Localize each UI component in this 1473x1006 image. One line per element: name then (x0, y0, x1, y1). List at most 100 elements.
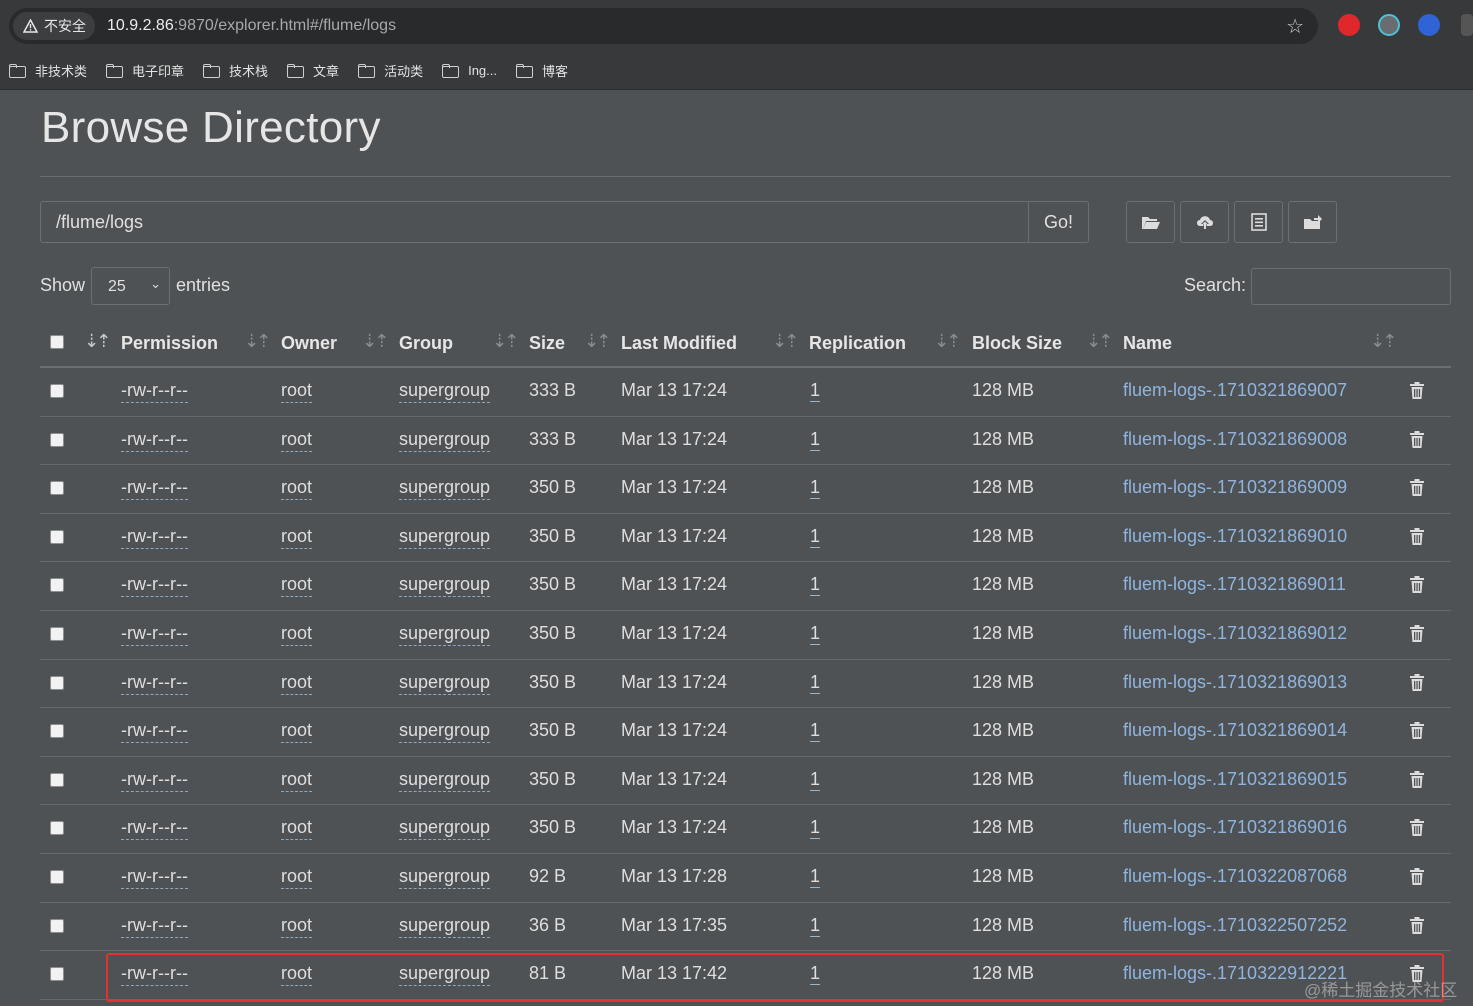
file-name-link[interactable]: fluem-logs-.1710321869014 (1123, 720, 1347, 741)
sort-icon[interactable]: ⇣⇡ (934, 331, 961, 352)
column-size[interactable]: Size (529, 333, 565, 354)
entries-per-page-select[interactable]: 25 ⌄ (91, 267, 170, 305)
row-checkbox[interactable] (50, 481, 64, 496)
trash-icon[interactable] (1409, 527, 1425, 546)
row-checkbox[interactable] (50, 821, 64, 836)
owner-cell[interactable]: root (281, 866, 313, 889)
column-permission[interactable]: Permission (121, 333, 218, 354)
permission-cell[interactable]: -rw-r--r-- (121, 477, 188, 501)
owner-cell[interactable]: root (281, 769, 313, 792)
file-name-link[interactable]: fluem-logs-.1710321869015 (1123, 769, 1347, 790)
file-name-link[interactable]: fluem-logs-.1710321869016 (1123, 817, 1347, 838)
extension-owl-icon[interactable] (1378, 14, 1400, 36)
group-cell[interactable]: supergroup (399, 817, 491, 841)
owner-cell[interactable]: root (281, 526, 313, 549)
sort-icon[interactable]: ⇣⇡ (1086, 331, 1113, 352)
group-cell[interactable]: supergroup (399, 526, 491, 549)
row-checkbox[interactable] (50, 918, 64, 933)
column-owner[interactable]: Owner (281, 333, 337, 354)
replication-cell[interactable]: 1 (810, 866, 821, 888)
move-button[interactable] (1288, 201, 1337, 243)
row-checkbox[interactable] (50, 384, 64, 398)
file-name-link[interactable]: fluem-logs-.1710322507252 (1123, 915, 1347, 936)
sort-icon[interactable]: ⇣⇡ (84, 331, 111, 352)
directory-path-input[interactable] (40, 201, 1029, 243)
column-name[interactable]: Name (1123, 333, 1172, 354)
bookmark-folder-1[interactable]: 电子印章 (106, 61, 184, 80)
bookmark-star-icon[interactable]: ☆ (1286, 14, 1304, 39)
group-cell[interactable]: supergroup (399, 672, 491, 695)
group-cell[interactable]: supergroup (399, 720, 491, 744)
group-cell[interactable]: supergroup (399, 574, 491, 598)
owner-cell[interactable]: root (281, 429, 313, 452)
row-checkbox[interactable] (50, 529, 64, 544)
replication-cell[interactable]: 1 (810, 915, 821, 937)
column-block-size[interactable]: Block Size (972, 333, 1062, 354)
extension-partial-icon[interactable] (1461, 14, 1473, 36)
row-checkbox[interactable] (50, 627, 64, 641)
owner-cell[interactable]: root (281, 817, 313, 841)
group-cell[interactable]: supergroup (399, 866, 491, 889)
replication-cell[interactable]: 1 (810, 720, 821, 743)
group-cell[interactable]: supergroup (399, 380, 491, 403)
permission-cell[interactable]: -rw-r--r-- (121, 574, 188, 598)
search-input[interactable] (1251, 268, 1451, 305)
go-button[interactable]: Go! (1028, 201, 1089, 243)
row-checkbox[interactable] (50, 772, 64, 787)
replication-cell[interactable]: 1 (810, 477, 821, 500)
permission-cell[interactable]: -rw-r--r-- (121, 672, 188, 695)
group-cell[interactable]: supergroup (399, 623, 491, 646)
security-chip[interactable]: 不安全 (13, 12, 95, 40)
replication-cell[interactable]: 1 (810, 769, 821, 791)
group-cell[interactable]: supergroup (399, 769, 491, 792)
replication-cell[interactable]: 1 (810, 380, 821, 402)
group-cell[interactable]: supergroup (399, 477, 491, 501)
file-name-link[interactable]: fluem-logs-.1710321869007 (1123, 380, 1347, 401)
permission-cell[interactable]: -rw-r--r-- (121, 526, 188, 549)
sort-icon[interactable]: ⇣⇡ (362, 331, 389, 352)
bookmark-folder-0[interactable]: 非技术类 (9, 61, 87, 80)
file-name-link[interactable]: fluem-logs-.1710321869009 (1123, 477, 1347, 498)
replication-cell[interactable]: 1 (810, 672, 821, 694)
file-name-link[interactable]: fluem-logs-.1710321869008 (1123, 429, 1347, 450)
owner-cell[interactable]: root (281, 720, 313, 744)
owner-cell[interactable]: root (281, 477, 313, 501)
trash-icon[interactable] (1409, 819, 1425, 837)
permission-cell[interactable]: -rw-r--r-- (121, 623, 188, 646)
extension-red-icon[interactable] (1338, 14, 1360, 36)
sort-icon[interactable]: ⇣⇡ (492, 331, 519, 352)
permission-cell[interactable]: -rw-r--r-- (121, 866, 188, 889)
trash-icon[interactable] (1409, 673, 1425, 692)
sort-icon[interactable]: ⇣⇡ (1370, 331, 1397, 352)
column-last-modified[interactable]: Last Modified (621, 333, 737, 354)
row-checkbox[interactable] (50, 724, 64, 739)
owner-cell[interactable]: root (281, 915, 313, 938)
owner-cell[interactable]: root (281, 574, 313, 598)
trash-icon[interactable] (1409, 479, 1425, 497)
group-cell[interactable]: supergroup (399, 429, 491, 452)
bookmark-folder-5[interactable]: Ing... (442, 63, 497, 78)
trash-icon[interactable] (1409, 916, 1425, 935)
permission-cell[interactable]: -rw-r--r-- (121, 429, 188, 452)
sort-icon[interactable]: ⇣⇡ (244, 331, 271, 352)
create-directory-button[interactable] (1126, 201, 1175, 243)
row-checkbox[interactable] (50, 870, 64, 884)
trash-icon[interactable] (1409, 576, 1425, 594)
cut-paste-button[interactable] (1234, 201, 1283, 243)
bookmark-folder-6[interactable]: 博客 (516, 61, 568, 80)
trash-icon[interactable] (1409, 722, 1425, 740)
row-checkbox[interactable] (50, 967, 64, 982)
bookmark-folder-4[interactable]: 活动类 (358, 61, 423, 80)
file-name-link[interactable]: fluem-logs-.1710321869012 (1123, 623, 1347, 644)
column-replication[interactable]: Replication (809, 333, 906, 354)
owner-cell[interactable]: root (281, 380, 313, 403)
permission-cell[interactable]: -rw-r--r-- (121, 720, 188, 744)
permission-cell[interactable]: -rw-r--r-- (121, 380, 188, 403)
owner-cell[interactable]: root (281, 672, 313, 695)
row-checkbox[interactable] (50, 675, 64, 690)
file-name-link[interactable]: fluem-logs-.1710321869010 (1123, 526, 1347, 547)
trash-icon[interactable] (1409, 868, 1425, 886)
replication-cell[interactable]: 1 (810, 817, 821, 840)
bookmark-folder-3[interactable]: 文章 (287, 61, 339, 80)
file-name-link[interactable]: fluem-logs-.1710322087068 (1123, 866, 1347, 887)
